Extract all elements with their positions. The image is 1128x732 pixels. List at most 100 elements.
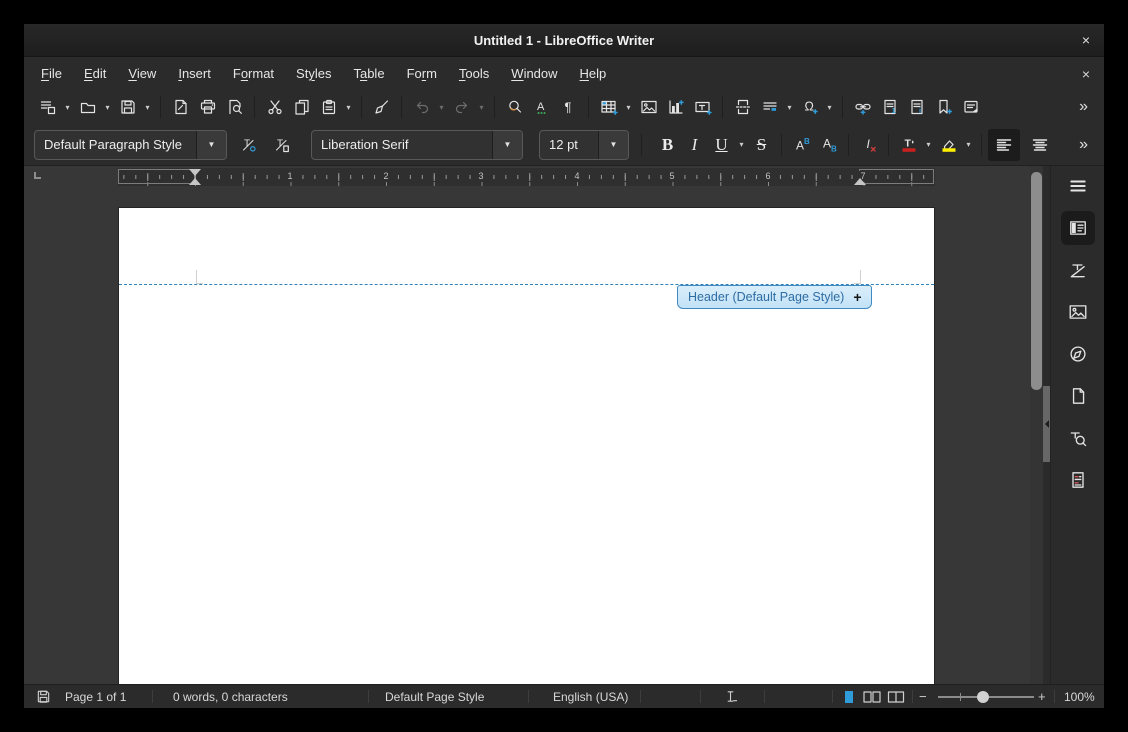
clear-formatting-button[interactable]: I [855,131,882,158]
font-name-combo[interactable]: Liberation Serif ▼ [311,129,523,160]
strikethrough-button[interactable]: S [748,131,775,158]
horizontal-ruler[interactable]: 1 2 3 4 5 6 7 [118,168,935,186]
insert-table-dropdown[interactable]: ▾ [622,103,635,112]
menu-styles[interactable]: Styles [285,66,342,81]
save-dropdown[interactable]: ▾ [141,103,154,112]
word-count-field[interactable]: 0 words, 0 characters [173,685,288,708]
find-replace-button[interactable] [501,94,528,121]
selection-mode-button[interactable] [723,685,738,708]
formatting-marks-button[interactable]: ¶ [555,94,582,121]
menu-insert[interactable]: Insert [167,66,222,81]
insert-hyperlink-button[interactable] [849,94,876,121]
sidebar-tab-gallery[interactable] [1061,295,1095,329]
cut-button[interactable] [261,94,288,121]
insert-comment-button[interactable] [957,94,984,121]
superscript-button[interactable]: AB [788,131,815,158]
insert-image-button[interactable] [635,94,662,121]
insert-footnote-button[interactable]: 1 [876,94,903,121]
new-style-button[interactable]: T [268,131,295,158]
highlight-color-dropdown[interactable]: ▾ [962,140,975,149]
paragraph-style-combo[interactable]: Default Paragraph Style ▼ [34,129,227,160]
subscript-button[interactable]: AB [815,131,842,158]
align-center-button[interactable] [1026,131,1053,158]
page-count-field[interactable]: Page 1 of 1 [65,685,126,708]
multi-page-view-button[interactable] [862,685,882,708]
zoom-level-field[interactable]: 100% [1064,685,1095,708]
language-field[interactable]: English (USA) [553,685,628,708]
clone-formatting-button[interactable] [368,94,395,121]
insert-textbox-button[interactable] [689,94,716,121]
sidebar-hide-grip[interactable] [1043,386,1050,462]
new-document-dropdown[interactable]: ▾ [61,103,74,112]
paste-dropdown[interactable]: ▾ [342,103,355,112]
sidebar-tab-page[interactable] [1061,379,1095,413]
sidebar-tab-navigator[interactable] [1061,337,1095,371]
menu-help[interactable]: Help [569,66,618,81]
font-name-combo-arrow[interactable]: ▼ [492,130,522,159]
bold-button[interactable]: B [654,131,681,158]
insert-table-button[interactable] [595,94,622,121]
insert-field-dropdown[interactable]: ▾ [783,103,796,112]
redo-button[interactable] [448,94,475,121]
insert-endnote-button[interactable]: i [903,94,930,121]
standard-toolbar-overflow-button[interactable]: » [1073,98,1094,116]
update-style-button[interactable]: T [235,131,262,158]
new-document-button[interactable] [34,94,61,121]
font-color-dropdown[interactable]: ▾ [922,140,935,149]
header-insert-plus-icon[interactable]: + [853,290,861,304]
window-close-icon[interactable]: × [1082,24,1090,56]
zoom-slider-thumb[interactable] [977,691,989,703]
save-button[interactable] [114,94,141,121]
font-size-combo[interactable]: 12 pt ▼ [539,129,629,160]
insert-special-character-dropdown[interactable]: ▾ [823,103,836,112]
paragraph-style-combo-arrow[interactable]: ▼ [196,130,226,159]
menu-edit[interactable]: Edit [73,66,117,81]
menu-tools[interactable]: Tools [448,66,500,81]
align-left-button[interactable] [988,128,1020,161]
right-indent-marker[interactable] [854,178,866,185]
menu-form[interactable]: Form [396,66,448,81]
print-button[interactable] [194,94,221,121]
book-view-button[interactable] [886,685,906,708]
sidebar-settings-button[interactable] [1061,169,1095,203]
export-pdf-button[interactable] [167,94,194,121]
print-preview-button[interactable] [221,94,248,121]
single-page-view-button[interactable] [842,685,856,708]
undo-button[interactable] [408,94,435,121]
font-color-button[interactable]: T [895,131,922,158]
redo-dropdown[interactable]: ▾ [475,103,488,112]
menu-window[interactable]: Window [500,66,568,81]
insert-bookmark-button[interactable] [930,94,957,121]
first-line-indent-marker[interactable] [189,169,201,176]
open-button[interactable] [74,94,101,121]
undo-dropdown[interactable]: ▾ [435,103,448,112]
menu-file[interactable]: File [30,66,73,81]
highlight-color-button[interactable] [935,131,962,158]
insert-page-break-button[interactable] [729,94,756,121]
header-insert-button[interactable]: Header (Default Page Style) + [677,285,872,309]
spelling-button[interactable]: A [528,94,555,121]
menu-view[interactable]: View [117,66,167,81]
zoom-out-button[interactable]: − [919,685,927,708]
sidebar-tab-style-inspector[interactable] [1061,421,1095,455]
paste-button[interactable] [315,94,342,121]
vertical-scrollbar-thumb[interactable] [1031,172,1042,390]
insert-special-character-button[interactable]: Ω [796,94,823,121]
insert-chart-button[interactable] [662,94,689,121]
left-indent-marker[interactable] [189,178,201,185]
zoom-in-button[interactable]: + [1038,685,1046,708]
italic-button[interactable]: I [681,131,708,158]
page-style-field[interactable]: Default Page Style [385,685,484,708]
copy-button[interactable] [288,94,315,121]
sidebar-tab-styles[interactable] [1061,253,1095,287]
underline-dropdown[interactable]: ▾ [735,140,748,149]
save-status-button[interactable] [36,685,51,708]
open-dropdown[interactable]: ▾ [101,103,114,112]
page[interactable]: Header (Default Page Style) + [118,207,935,684]
underline-button[interactable]: U [708,131,735,158]
document-close-icon[interactable]: × [1082,57,1090,90]
menu-format[interactable]: Format [222,66,285,81]
menu-table[interactable]: Table [342,66,395,81]
sidebar-tab-properties[interactable] [1060,211,1095,245]
sidebar-tab-accessibility-check[interactable] [1061,463,1095,497]
